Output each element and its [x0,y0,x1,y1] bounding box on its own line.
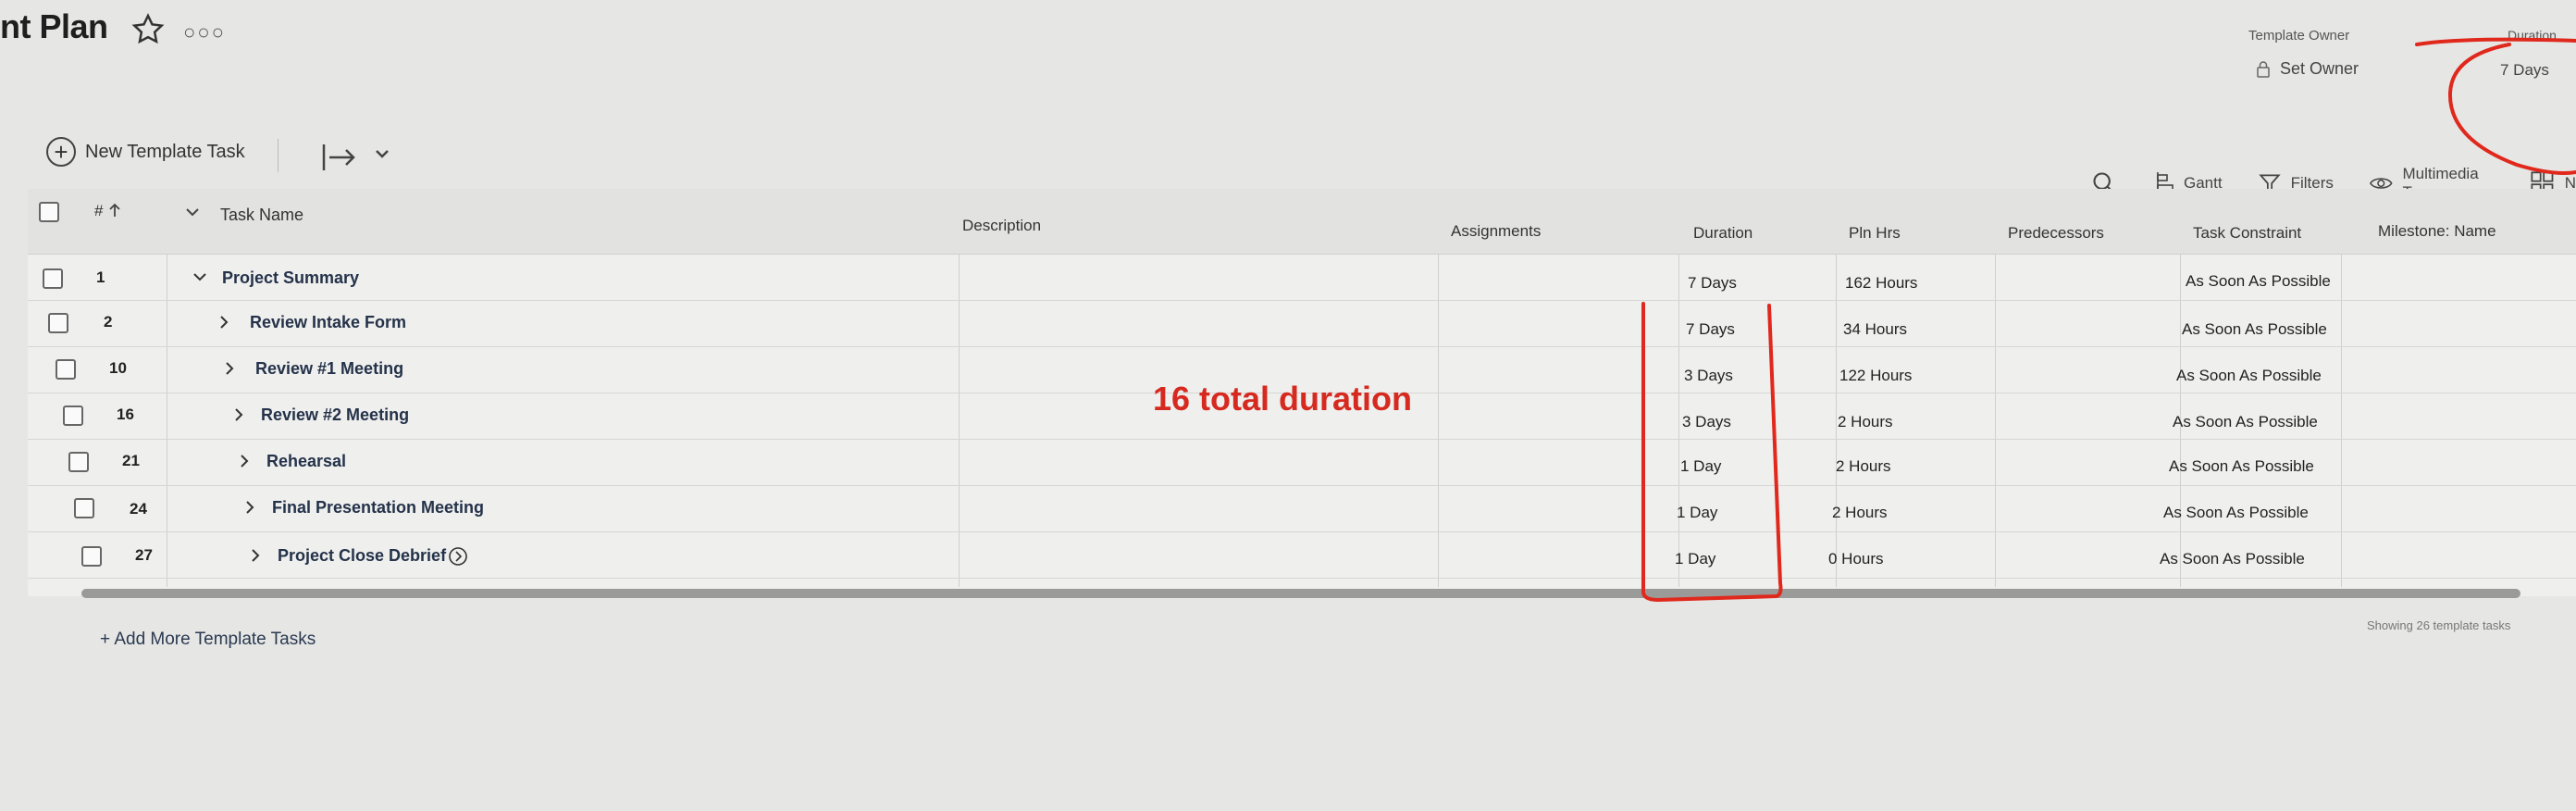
annotation-marks [1641,37,2576,603]
